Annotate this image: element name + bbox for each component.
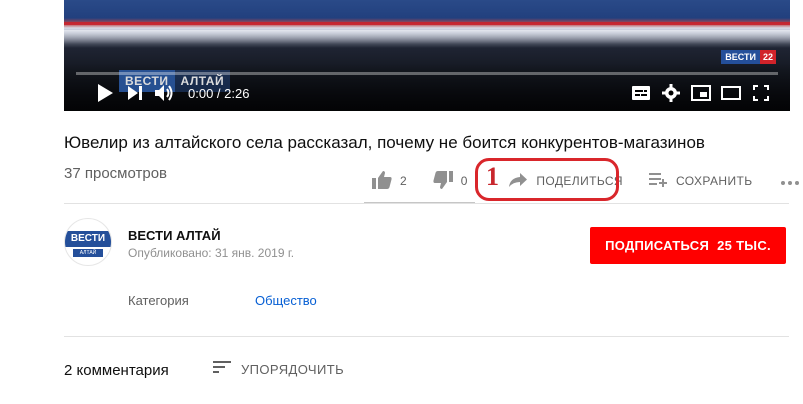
category-link[interactable]: Общество (255, 293, 317, 308)
divider-top (64, 203, 789, 204)
time-display: 0:00 / 2:26 (188, 85, 250, 101)
like-button[interactable]: 2 (364, 164, 415, 198)
video-frame-glow (64, 30, 790, 44)
volume-icon[interactable] (150, 78, 180, 108)
progress-bar[interactable] (76, 72, 778, 75)
thumbs-down-icon (433, 170, 453, 192)
sort-icon (213, 360, 231, 378)
subscribe-button[interactable]: ПОДПИСАТЬСЯ 25 ТЫС. (590, 227, 786, 264)
thumbs-up-icon (372, 170, 392, 192)
miniplayer-icon[interactable] (686, 78, 716, 108)
playlist-add-icon (648, 172, 667, 190)
sort-comments-button[interactable]: УПОРЯДОЧИТЬ (213, 360, 344, 378)
avatar-logo-subtext: АЛТАЙ (73, 249, 103, 257)
bug-primary: ВЕСТИ (721, 50, 760, 64)
video-frame-stripe (64, 22, 790, 25)
sort-label: УПОРЯДОЧИТЬ (241, 361, 344, 377)
dislike-count: 0 (460, 174, 468, 188)
annotation-number: 1 (486, 162, 499, 191)
theater-icon[interactable] (716, 78, 746, 108)
save-label: СОХРАНИТЬ (675, 174, 753, 188)
subtitles-icon[interactable] (626, 78, 656, 108)
comments-count: 2 комментария (64, 362, 169, 379)
channel-avatar[interactable]: ВЕСТИ АЛТАЙ (64, 218, 112, 266)
view-count: 37 просмотров (64, 165, 168, 182)
dislike-button[interactable]: 0 (415, 164, 476, 198)
divider-bottom (64, 336, 789, 337)
gear-icon[interactable] (656, 78, 686, 108)
more-horizontal-icon (780, 174, 799, 188)
subscribe-label: ПОДПИСАТЬСЯ (605, 238, 710, 253)
bug-secondary: 22 (759, 50, 776, 64)
play-icon[interactable] (90, 78, 120, 108)
avatar-logo-text: ВЕСТИ (65, 231, 111, 247)
channel-name[interactable]: ВЕСТИ АЛТАЙ (128, 228, 221, 243)
like-dislike-group: 2 0 (364, 164, 476, 204)
player-controls: 0:00 / 2:26 (64, 78, 790, 108)
fullscreen-icon[interactable] (746, 78, 776, 108)
more-actions-button[interactable] (780, 164, 799, 198)
category-label: Категория (128, 293, 189, 308)
subscriber-count: 25 ТЫС. (717, 238, 771, 253)
video-player[interactable]: ВЕСТИ АЛТАЙ ВЕСТИ 22 0:00 / 2:26 (64, 0, 790, 111)
like-count: 2 (400, 174, 407, 188)
next-icon[interactable] (120, 78, 150, 108)
publish-date: Опубликовано: 31 янв. 2019 г. (128, 246, 295, 260)
video-title: Ювелир из алтайского села рассказал, поч… (64, 133, 705, 152)
save-button[interactable]: СОХРАНИТЬ (648, 164, 753, 198)
tv-channel-bug: ВЕСТИ 22 (721, 50, 776, 64)
